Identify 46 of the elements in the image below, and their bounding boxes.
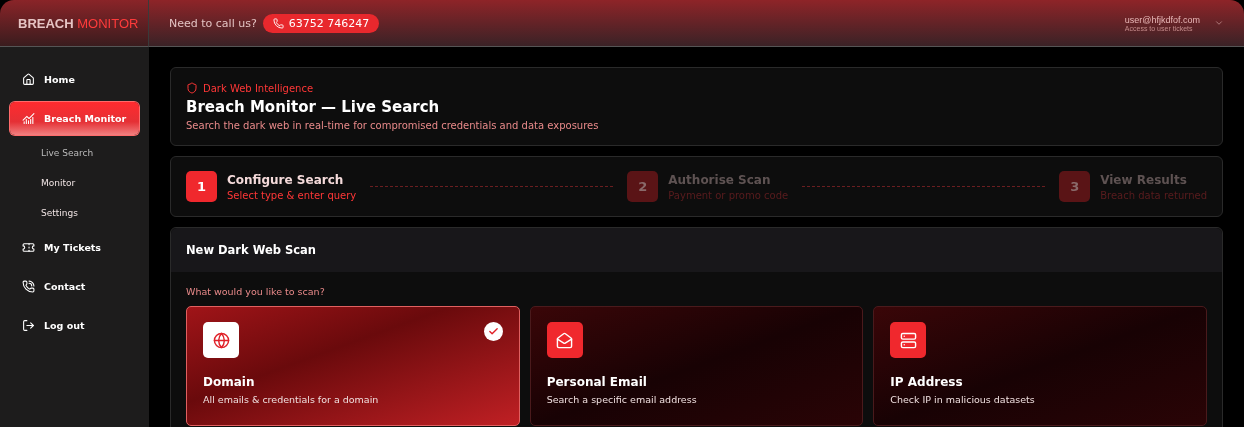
check-icon [483, 322, 503, 341]
step-title: View Results [1100, 172, 1188, 187]
phone-icon [272, 17, 284, 29]
step-title: Authorise Scan [668, 172, 772, 187]
option-title: IP Address [890, 375, 964, 389]
brand-logo: BREACH MONITOR [18, 15, 139, 31]
step-subtitle: Payment or promo code [668, 189, 789, 201]
option-description: Search a specific email address [546, 394, 698, 405]
shield-icon [186, 82, 198, 94]
sidebar-item[interactable]: Log out [10, 309, 139, 342]
scan-question: What would you like to scan? [186, 286, 326, 297]
sidebar-item[interactable]: My Tickets [10, 231, 139, 264]
option-description: All emails & credentials for a domain [203, 394, 380, 405]
call-label: Need to call us? [169, 16, 257, 30]
open-envelope-icon [556, 331, 574, 349]
option-description: Check IP in malicious datasets [890, 394, 1036, 405]
step-number: 3 [1059, 171, 1091, 202]
step-title: Configure Search [227, 172, 345, 187]
scan-option-card[interactable]: Domain All emails & credentials for a domain [186, 306, 520, 426]
sidebar-subitem[interactable]: Monitor [10, 171, 139, 201]
eyebrow-label: Dark Web Intelligence [203, 82, 314, 94]
scan-option-card[interactable]: IP Address Check IP in malicious datasets [873, 306, 1207, 426]
step-number: 2 [627, 171, 659, 202]
panel-title: New Dark Web Scan [186, 243, 318, 257]
logout-icon [22, 319, 35, 332]
chevron-down-icon [1214, 18, 1224, 28]
page-title: Breach Monitor — Live Search [186, 98, 441, 116]
option-title: Personal Email [546, 375, 648, 389]
step-number: 1 [186, 171, 217, 202]
scan-option-card[interactable]: Personal Email Search a specific email address [529, 306, 864, 426]
sidebar-item[interactable]: Contact [10, 270, 139, 303]
option-title: Domain [203, 375, 256, 389]
step-subtitle: Select type & enter query [227, 189, 357, 201]
phone-number-link[interactable]: 63752 746247 [262, 13, 380, 33]
page-subtitle: Search the dark web in real-time for compromised credentials and data exposures [186, 120, 600, 131]
chart-icon [22, 112, 35, 125]
step-subtitle: Breach data returned [1100, 189, 1207, 201]
globe-icon [212, 331, 230, 349]
server-icon [899, 331, 917, 349]
home-icon [22, 73, 35, 86]
sidebar-item[interactable]: Home [10, 63, 139, 96]
ticket-icon [22, 241, 35, 254]
sidebar-item[interactable]: Breach Monitor [10, 102, 139, 135]
phone-icon [22, 280, 35, 293]
sidebar-subitem[interactable]: Settings [10, 201, 139, 231]
sidebar-subitem[interactable]: Live Search [10, 141, 139, 171]
